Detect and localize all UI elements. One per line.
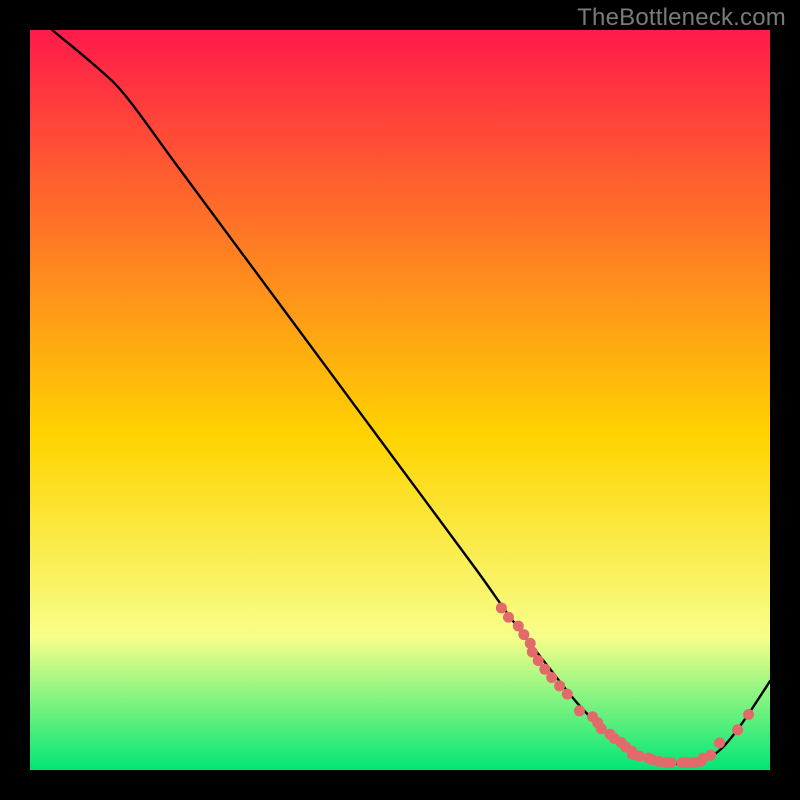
curve-dot bbox=[503, 612, 514, 623]
curve-dot bbox=[554, 680, 565, 691]
curve-dot bbox=[714, 737, 725, 748]
chart-stage: TheBottleneck.com bbox=[0, 0, 800, 800]
curve-dot bbox=[574, 705, 585, 716]
curve-dot bbox=[496, 602, 507, 613]
curve-dot bbox=[666, 757, 677, 768]
curve-dot bbox=[546, 672, 557, 683]
bottleneck-chart bbox=[0, 0, 800, 800]
curve-dot bbox=[562, 689, 573, 700]
curve-dot bbox=[705, 750, 716, 761]
curve-dot bbox=[743, 709, 754, 720]
curve-dot bbox=[732, 724, 743, 735]
plot-background bbox=[30, 30, 770, 770]
